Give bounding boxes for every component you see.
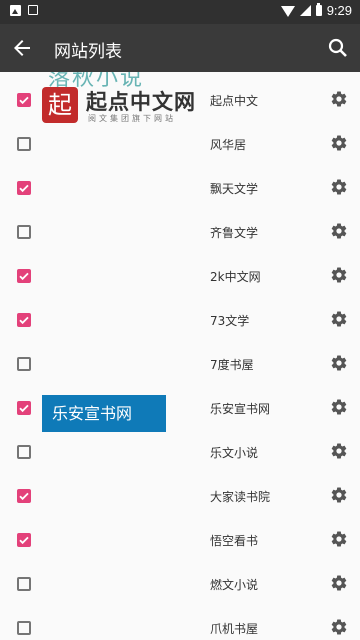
site-row[interactable]: 起点中文 [0,78,360,122]
signal-icon [299,5,311,16]
site-row[interactable]: 2k中文网 [0,254,360,298]
site-name: 73文学 [210,314,250,328]
site-name: 悟空看书 [210,534,259,548]
site-checkbox[interactable] [17,93,31,107]
site-name: 2k中文网 [210,270,261,284]
status-time: 9:29 [326,3,352,18]
site-name: 7度书屋 [210,358,254,372]
status-bar: 9:29 [0,0,360,24]
arrow-back-icon[interactable] [10,36,34,60]
battery-icon [315,3,322,16]
settings-gear-icon[interactable] [330,354,348,372]
settings-gear-icon[interactable] [330,310,348,328]
site-row[interactable]: 大家读书院 [0,474,360,518]
site-name: 齐鲁文学 [210,226,259,240]
settings-gear-icon[interactable] [330,530,348,548]
settings-gear-icon[interactable] [330,266,348,284]
image-notification-icon [10,5,21,16]
site-checkbox[interactable] [17,137,31,151]
wifi-icon [280,6,295,17]
settings-gear-icon[interactable] [330,222,348,240]
site-row[interactable]: 燃文小说 [0,562,360,606]
settings-gear-icon[interactable] [330,398,348,416]
site-row[interactable]: 乐安宣书网 [0,386,360,430]
site-row[interactable]: 73文学 [0,298,360,342]
site-name: 乐文小说 [210,446,259,460]
site-checkbox[interactable] [17,357,31,371]
site-name: 大家读书院 [210,490,271,504]
site-row[interactable]: 悟空看书 [0,518,360,562]
site-checkbox[interactable] [17,621,31,635]
site-checkbox[interactable] [17,445,31,459]
site-row[interactable]: 飘天文学 [0,166,360,210]
settings-gear-icon[interactable] [330,134,348,152]
site-name: 爪机书屋 [210,622,259,636]
site-checkbox[interactable] [17,269,31,283]
site-checkbox[interactable] [17,533,31,547]
search-icon[interactable] [326,36,350,60]
site-row[interactable]: 齐鲁文学 [0,210,360,254]
site-row[interactable]: 爪机书屋 [0,606,360,640]
settings-gear-icon[interactable] [330,90,348,108]
site-checkbox[interactable] [17,225,31,239]
site-name: 乐安宣书网 [210,402,271,416]
text-notification-icon [28,5,38,15]
toolbar: 网站列表 [0,24,360,72]
site-checkbox[interactable] [17,577,31,591]
settings-gear-icon[interactable] [330,442,348,460]
site-checkbox[interactable] [17,489,31,503]
settings-gear-icon[interactable] [330,486,348,504]
site-list: 落秋小说 起 起点中文网 阅文集团旗下网站 乐安宣书网 起点中文 风华居 飘天文学齐… [0,72,360,640]
site-checkbox[interactable] [17,181,31,195]
site-name: 飘天文学 [210,182,259,196]
site-row[interactable]: 7度书屋 [0,342,360,386]
settings-gear-icon[interactable] [330,574,348,592]
site-name: 起点中文 [210,94,259,108]
site-name: 燃文小说 [210,578,259,592]
page-title: 网站列表 [54,42,122,62]
site-checkbox[interactable] [17,313,31,327]
site-checkbox[interactable] [17,401,31,415]
settings-gear-icon[interactable] [330,618,348,636]
settings-gear-icon[interactable] [330,178,348,196]
site-row[interactable]: 风华居 [0,122,360,166]
site-row[interactable]: 乐文小说 [0,430,360,474]
site-name: 风华居 [210,138,247,152]
